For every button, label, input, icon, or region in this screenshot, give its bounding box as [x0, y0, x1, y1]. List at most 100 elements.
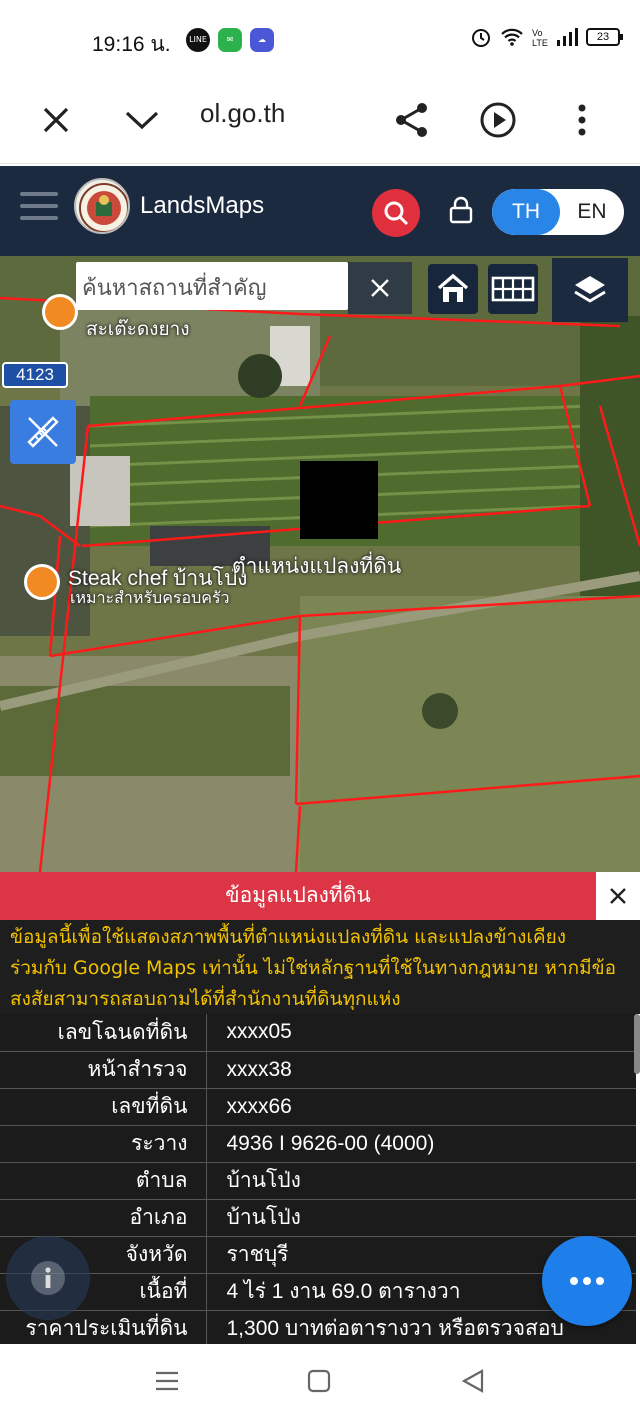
more-horiz-icon	[570, 1277, 604, 1285]
close-icon	[43, 107, 69, 133]
recents-icon	[156, 1371, 178, 1391]
notice-line: ร่วมกับ Google Maps เท่านั้น ไม่ใช่หลักฐ…	[10, 957, 617, 979]
table-row: หน้าสำรวจ xxxx38	[0, 1051, 636, 1089]
info-button[interactable]	[6, 1236, 90, 1320]
department-logo	[74, 178, 130, 234]
notification-icons: LINE ✉ ☁	[186, 28, 274, 52]
table-row: เนื้อที่ 4 ไร่ 1 งาน 69.0 ตารางวา	[0, 1273, 636, 1311]
volte-icon: VoLTE	[532, 28, 548, 48]
row-label: ระวาง	[0, 1125, 207, 1163]
square-home-icon	[307, 1369, 331, 1393]
lang-th-button[interactable]: TH	[492, 189, 560, 235]
row-value: บ้านโป่ง	[206, 1162, 636, 1200]
chat-app-icon: ☁	[250, 28, 274, 52]
table-row: ระวาง 4936 I 9626-00 (4000)	[0, 1125, 636, 1163]
search-button[interactable]	[372, 189, 420, 237]
satellite-map[interactable]: 4123 สะเต๊ะดงยาง Steak chef บ้านโป่ง เหม…	[0, 256, 640, 872]
clock: 19:16 น.	[92, 33, 171, 56]
row-value: xxxx38	[206, 1051, 636, 1089]
ruler-pencil-icon	[27, 416, 59, 448]
search-icon	[384, 201, 409, 226]
row-label: หน้าสำรวจ	[0, 1051, 207, 1089]
layers-button[interactable]	[552, 258, 628, 322]
back-button[interactable]	[460, 1368, 490, 1398]
parcel-location-label: ตำแหน่งแปลงที่ดิน	[232, 555, 402, 578]
svg-text:LTE: LTE	[532, 38, 548, 48]
close-icon	[371, 279, 389, 297]
status-bar: 19:16 น. LINE ✉ ☁ Vo LTE 23	[0, 0, 640, 80]
menu-icon-bar	[20, 216, 58, 220]
home-icon	[437, 273, 469, 302]
restaurant-pin-icon[interactable]	[42, 294, 78, 330]
lang-en-button[interactable]: EN	[560, 189, 624, 235]
table-row: ตำบล บ้านโป่ง	[0, 1162, 636, 1200]
menu-button[interactable]	[20, 192, 58, 224]
road-number-shield: 4123	[2, 362, 68, 388]
panel-scrollbar[interactable]	[634, 1014, 640, 1074]
more-actions-button[interactable]	[542, 1236, 632, 1326]
row-value: บ้านโป่ง	[206, 1199, 636, 1237]
measure-tool-button[interactable]	[10, 400, 76, 464]
lock-icon	[449, 196, 473, 224]
url-text[interactable]: ol.go.th	[200, 98, 285, 129]
signal-icon	[557, 28, 578, 46]
svg-text:Vo: Vo	[532, 28, 543, 38]
system-navigation-bar	[0, 1344, 640, 1422]
clear-search-button[interactable]	[348, 262, 412, 314]
table-row: ราคาประเมินที่ดิน 1,300 บาทต่อตารางวา หรื…	[0, 1310, 636, 1348]
play-button[interactable]	[470, 92, 526, 148]
messages-app-icon: ✉	[218, 28, 242, 52]
row-label: เลขโฉนดที่ดิน	[0, 1014, 207, 1052]
row-value: xxxx66	[206, 1088, 636, 1126]
grid-button[interactable]	[488, 264, 538, 314]
recent-apps-button[interactable]	[154, 1368, 184, 1398]
row-label: ตำบล	[0, 1162, 207, 1200]
poi-sublabel: เหมาะสำหรับครอบครัว	[70, 590, 230, 607]
battery-icon: 23	[586, 28, 623, 46]
more-options-button[interactable]	[554, 92, 610, 148]
app-title: LandsMaps	[140, 192, 265, 219]
place-search-input[interactable]: ค้นหาสถานที่สำคัญ	[76, 262, 348, 310]
table-row: เลขที่ดิน xxxx66	[0, 1088, 636, 1126]
parcel-info-table: เลขโฉนดที่ดิน xxxx05 หน้าสำรวจ xxxx38 เลขท…	[0, 1014, 636, 1348]
info-icon	[31, 1261, 65, 1295]
table-row: อำเภอ บ้านโป่ง	[0, 1199, 636, 1237]
table-row: เลขโฉนดที่ดิน xxxx05	[0, 1014, 636, 1052]
parcel-marker-redacted	[300, 461, 378, 539]
share-icon	[396, 103, 427, 137]
close-panel-button[interactable]	[596, 872, 640, 920]
notice-line: ข้อมูลนี้เพื่อใช้แสดงสภาพพื้นที่ตำแหน่งแ…	[10, 926, 567, 948]
table-row: จังหวัด ราชบุรี	[0, 1236, 636, 1274]
battery-level: 23	[596, 31, 610, 43]
panel-title: ข้อมูลแปลงที่ดิน	[0, 872, 596, 920]
more-vert-icon	[578, 104, 586, 136]
system-icons: Vo LTE 23	[470, 26, 623, 48]
grid-icon	[491, 276, 535, 302]
share-button[interactable]	[384, 92, 440, 148]
notice-line: สงสัยสามารถสอบถามได้ที่สำนักงานที่ดินทุก…	[10, 988, 401, 1010]
home-nav-button[interactable]	[306, 1368, 336, 1398]
row-label: อำเภอ	[0, 1199, 207, 1237]
close-icon	[610, 888, 626, 904]
layers-icon	[574, 276, 606, 303]
close-tab-button[interactable]	[28, 92, 84, 148]
chevron-down-icon	[125, 111, 159, 130]
home-button[interactable]	[428, 264, 478, 314]
menu-icon-bar	[20, 192, 58, 196]
menu-icon-bar	[20, 204, 58, 208]
row-value: 4936 I 9626-00 (4000)	[206, 1125, 636, 1163]
collapse-button[interactable]	[114, 92, 170, 148]
row-value: xxxx05	[206, 1014, 636, 1052]
disclaimer-notice: ข้อมูลนี้เพื่อใช้แสดงสภาพพื้นที่ตำแหน่งแ…	[0, 920, 640, 1014]
browser-toolbar: ol.go.th	[0, 80, 640, 164]
poi-label[interactable]: สะเต๊ะดงยาง	[86, 314, 190, 344]
back-triangle-icon	[461, 1369, 484, 1393]
row-label: เลขที่ดิน	[0, 1088, 207, 1126]
line-app-icon: LINE	[186, 28, 210, 52]
wifi-icon	[501, 28, 523, 46]
language-toggle[interactable]: TH EN	[492, 189, 624, 235]
login-button[interactable]	[448, 196, 474, 224]
restaurant-pin-icon[interactable]	[24, 564, 60, 600]
play-icon	[480, 102, 516, 138]
alarm-icon	[472, 29, 490, 47]
